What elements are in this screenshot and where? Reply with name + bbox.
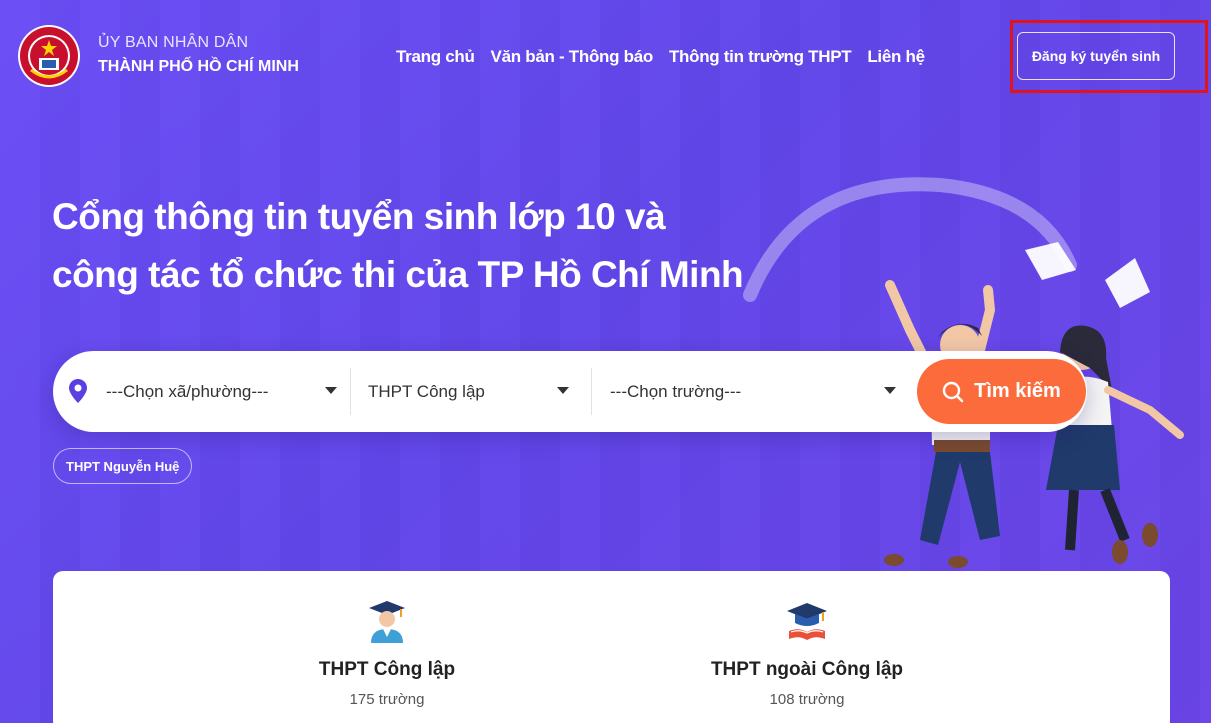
stat-title: THPT ngoài Công lập: [710, 659, 904, 680]
stat-count: 175 trường: [349, 691, 425, 708]
student-graduate-icon: [369, 601, 405, 643]
divider: [591, 368, 592, 415]
school-type-select-value: THPT Công lập: [368, 381, 485, 401]
graduation-cap-book-icon: [787, 603, 827, 640]
hero-title: Cổng thông tin tuyển sinh lớp 10 và công…: [52, 188, 812, 304]
stat-count: 108 trường: [769, 691, 845, 708]
nav-home[interactable]: Trang chủ: [396, 47, 475, 67]
org-name-line2: THÀNH PHỐ HỒ CHÍ MINH: [98, 58, 299, 75]
school-select-value: ---Chọn trường---: [610, 381, 742, 401]
register-button[interactable]: Đăng ký tuyển sinh: [1017, 32, 1175, 80]
school-stats-card: THPT Công lập 175 trường THPT ngoài Công…: [53, 571, 1170, 723]
search-button-label: Tìm kiếm: [974, 380, 1061, 402]
paper-sheet: [1025, 242, 1076, 280]
chevron-down-icon: [884, 387, 896, 394]
search-button[interactable]: Tìm kiếm: [917, 359, 1086, 424]
nav-documents[interactable]: Văn bản - Thông báo: [491, 47, 654, 67]
search-icon: [942, 381, 964, 402]
hero-title-line1: Cổng thông tin tuyển sinh lớp 10 và: [52, 196, 666, 237]
stat-title: THPT Công lập: [318, 659, 456, 680]
ward-select-value: ---Chọn xã/phường---: [106, 381, 269, 401]
divider: [350, 368, 351, 415]
chevron-down-icon: [557, 387, 569, 394]
main-nav: Trang chủ Văn bản - Thông báo Thông tin …: [396, 47, 925, 67]
ward-select[interactable]: ---Chọn xã/phường---: [106, 351, 351, 432]
school-select[interactable]: ---Chọn trường---: [610, 351, 910, 432]
nav-school-info[interactable]: Thông tin trường THPT: [669, 47, 852, 67]
nav-contact[interactable]: Liên hệ: [867, 47, 925, 67]
school-type-select[interactable]: THPT Công lập: [368, 351, 583, 432]
stat-public-schools[interactable]: THPT Công lập 175 trường: [237, 599, 537, 708]
header: ỦY BAN NHÂN DÂN THÀNH PHỐ HỒ CHÍ MINH Tr…: [0, 0, 1211, 110]
paper-sheet: [1105, 258, 1150, 308]
city-emblem-logo[interactable]: [17, 24, 81, 88]
hero-title-line2: công tác tổ chức thi của TP Hồ Chí Minh: [52, 254, 744, 295]
stat-private-schools[interactable]: THPT ngoài Công lập 108 trường: [657, 599, 957, 708]
org-name-line1: ỦY BAN NHÂN DÂN: [98, 34, 249, 51]
org-name: ỦY BAN NHÂN DÂN THÀNH PHỐ HỒ CHÍ MINH: [98, 34, 299, 76]
location-pin-icon: [69, 379, 87, 403]
recent-search-chip[interactable]: THPT Nguyễn Huệ: [53, 448, 193, 484]
chevron-down-icon: [325, 387, 337, 394]
